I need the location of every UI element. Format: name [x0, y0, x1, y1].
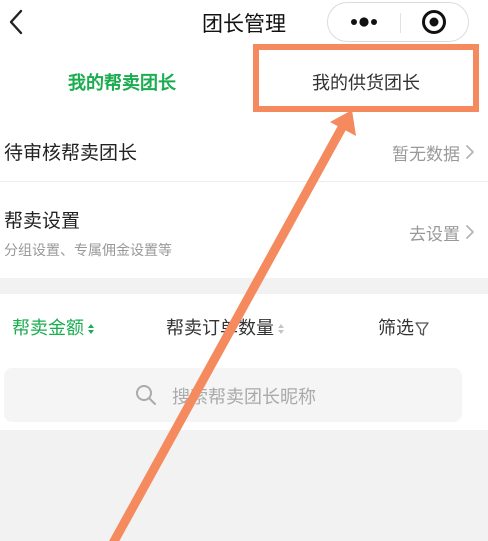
chevron-right-icon — [466, 145, 474, 159]
tab-my-supply-leaders[interactable]: 我的供货团长 — [244, 48, 488, 118]
resell-settings-label: 帮卖设置 — [4, 210, 81, 232]
pending-review-row[interactable]: 待审核帮卖团长 暂无数据 — [0, 118, 488, 182]
chevron-right-icon — [466, 225, 474, 239]
sort-by-amount[interactable]: 帮卖金额 — [12, 314, 95, 340]
tab-bar: 我的帮卖团长 我的供货团长 — [0, 48, 488, 118]
funnel-icon — [415, 322, 429, 336]
sort-icon — [278, 324, 284, 334]
filter-label: 筛选 — [378, 318, 414, 339]
more-dots-icon[interactable] — [328, 3, 400, 41]
navigation-bar: 团长管理 — [0, 0, 488, 48]
pending-review-value: 暂无数据 — [392, 145, 460, 165]
tab-my-resell-leaders[interactable]: 我的帮卖团长 — [0, 48, 244, 118]
target-icon[interactable] — [401, 3, 469, 41]
mini-program-capsule — [327, 2, 469, 42]
resell-settings-row[interactable]: 帮卖设置 分组设置、专属佣金设置等 去设置 — [0, 182, 488, 278]
filter-section: 帮卖金额 帮卖订单数量 筛选 搜索帮卖团长昵称 — [0, 294, 488, 430]
resell-settings-action: 去设置 — [409, 225, 460, 245]
search-placeholder: 搜索帮卖团长昵称 — [172, 387, 316, 408]
sort-by-amount-label: 帮卖金额 — [12, 318, 84, 339]
search-icon — [136, 385, 156, 405]
pending-review-label: 待审核帮卖团长 — [4, 142, 138, 164]
sort-by-order-count[interactable]: 帮卖订单数量 — [166, 314, 285, 340]
filter-button[interactable]: 筛选 — [378, 314, 429, 340]
sort-by-order-count-label: 帮卖订单数量 — [166, 318, 274, 339]
sort-icon — [88, 324, 94, 334]
search-box[interactable]: 搜索帮卖团长昵称 — [4, 368, 462, 422]
resell-settings-description: 分组设置、专属佣金设置等 — [4, 243, 172, 259]
